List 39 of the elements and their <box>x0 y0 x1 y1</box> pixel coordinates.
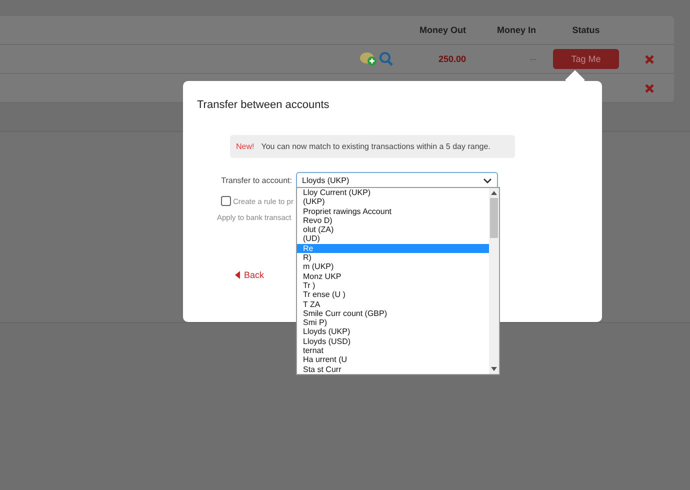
chevron-down-icon <box>483 178 492 184</box>
dialog-title: Transfer between accounts <box>197 99 330 111</box>
dropdown-option[interactable]: Propriet rawings Account <box>297 206 489 216</box>
dropdown-option[interactable]: olut (ZA) <box>297 225 489 234</box>
new-label: New! <box>236 142 254 151</box>
dropdown-option[interactable]: Ha urrent (U <box>297 355 489 365</box>
back-link[interactable]: Back <box>235 270 264 280</box>
column-header[interactable]: Money Out <box>400 25 466 35</box>
scrollbar[interactable] <box>489 188 499 374</box>
notice-text: You can now match to existing transactions within a 5 day range. <box>261 142 490 151</box>
scrollbar-thumb[interactable] <box>490 198 498 238</box>
dropdown-option[interactable]: Lloy Current (UKP) <box>297 188 489 198</box>
field-label: Transfer to account: <box>220 175 292 185</box>
scroll-up-icon[interactable] <box>491 191 497 195</box>
dropdown-option[interactable]: (UKP) <box>297 197 489 207</box>
money-out-cell-text: 250.00 <box>437 54 466 64</box>
dropdown-option[interactable]: Tr ense (U ) <box>297 290 489 300</box>
column-header[interactable]: Money In <box>466 25 538 35</box>
dropdown-option[interactable]: m (UKP) <box>297 262 489 272</box>
dropdown-option[interactable]: T ZA <box>297 300 489 309</box>
dropdown-option[interactable]: Tr ) <box>297 280 489 290</box>
rule-checkbox[interactable] <box>221 196 231 206</box>
dropdown-option[interactable]: ternat <box>297 346 489 356</box>
dropdown-option[interactable]: Sta st Curr <box>297 364 489 374</box>
dropdown-option[interactable]: Lloyds (USD) <box>297 336 489 346</box>
dropdown-option[interactable]: (UD) <box>297 234 489 244</box>
caret-left-icon <box>235 271 240 279</box>
column-header[interactable]: Status <box>538 25 634 35</box>
dropdown-option[interactable]: Monz UKP <box>297 272 489 281</box>
dropdown-option[interactable]: Smile Curr count (GBP) <box>297 308 489 318</box>
dropdown-option[interactable]: Lloyds (UKP) <box>297 327 489 337</box>
money-in-cell-text: -- <box>529 54 537 64</box>
delete-icon[interactable] <box>644 84 654 92</box>
dropdown-option[interactable]: Revo D) <box>297 216 489 226</box>
scroll-down-icon[interactable] <box>491 366 497 371</box>
delete-icon[interactable] <box>644 54 654 64</box>
dropdown-option[interactable]: R) <box>297 253 489 262</box>
dropdown-option[interactable]: Smi P) <box>297 318 489 328</box>
comment-add-icon[interactable] <box>360 51 394 67</box>
